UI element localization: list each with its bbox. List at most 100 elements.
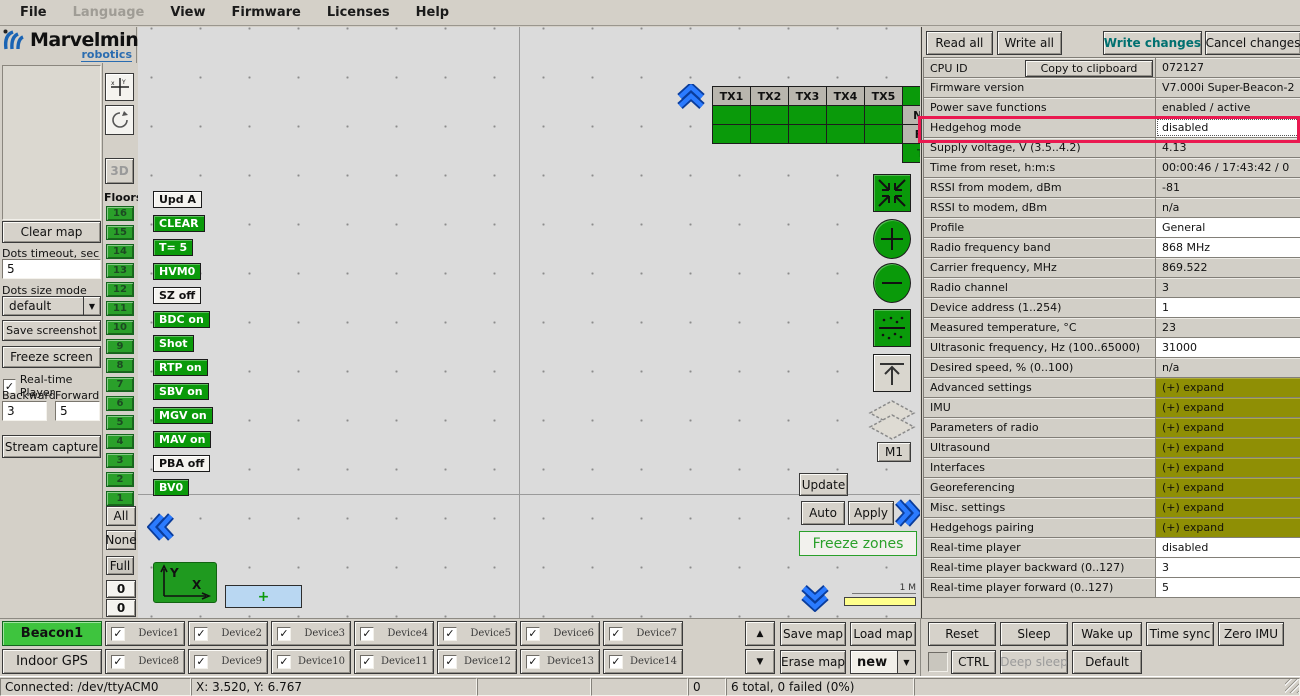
tx-cell[interactable]: TX5: [864, 86, 903, 106]
collapse-up-icon[interactable]: [677, 83, 705, 113]
tx-cell[interactable]: TX2: [750, 86, 789, 106]
map-overlay-button[interactable]: MAV on: [153, 431, 211, 448]
stream-capture-button[interactable]: Stream capture: [2, 435, 101, 458]
deep-sleep-button[interactable]: Deep sleep: [1000, 650, 1068, 674]
tx-cell[interactable]: HIDE: [902, 86, 920, 106]
device-toggle[interactable]: ✓ Device4: [354, 621, 434, 646]
tx-cell[interactable]: [826, 124, 865, 144]
map-overlay-button[interactable]: SBV on: [153, 383, 209, 400]
property-value[interactable]: -81: [1155, 177, 1300, 198]
device-toggle[interactable]: ✓ Device6: [520, 621, 600, 646]
device-toggle[interactable]: ✓ Device1: [105, 621, 185, 646]
device-toggle[interactable]: ✓ Device14: [603, 649, 683, 674]
tx-cell[interactable]: [712, 105, 751, 125]
device-toggle[interactable]: ✓ Device11: [354, 649, 434, 674]
clear-map-button[interactable]: Clear map: [2, 221, 101, 243]
rotate-tool-button[interactable]: [105, 105, 134, 135]
reset-button[interactable]: Reset: [928, 622, 996, 646]
device-checkbox[interactable]: ✓: [360, 627, 374, 641]
tx-cell[interactable]: [712, 124, 751, 144]
property-value[interactable]: (+) expand: [1155, 497, 1300, 518]
property-value[interactable]: enabled / active: [1155, 97, 1300, 118]
device-toggle[interactable]: ✓ Device9: [188, 649, 268, 674]
menu-item[interactable]: Language: [61, 2, 157, 23]
freeze-zones-button[interactable]: Freeze zones: [799, 531, 917, 556]
device-toggle[interactable]: ✓ Device2: [188, 621, 268, 646]
tx-cell[interactable]: Normal: [902, 105, 920, 125]
beacon1-button[interactable]: Beacon1: [2, 621, 102, 646]
tx-cell[interactable]: [788, 105, 827, 125]
tx-cell[interactable]: TX/RX: [902, 143, 920, 163]
floor-button[interactable]: 8: [106, 358, 134, 373]
write-all-button[interactable]: Write all: [997, 31, 1062, 55]
tx-cell[interactable]: Frozen: [902, 124, 920, 144]
menu-item[interactable]: Licenses: [315, 2, 402, 23]
zero-imu-button[interactable]: Zero IMU: [1218, 622, 1284, 646]
floor-button[interactable]: 4: [106, 434, 134, 449]
map-name-select[interactable]: new ▼: [850, 650, 916, 674]
property-value[interactable]: 868 MHz: [1155, 237, 1300, 258]
zoom-in-icon[interactable]: [873, 219, 911, 259]
property-value[interactable]: (+) expand: [1155, 477, 1300, 498]
device-checkbox[interactable]: ✓: [443, 655, 457, 669]
device-checkbox[interactable]: ✓: [526, 627, 540, 641]
dots-size-select[interactable]: default ▼: [2, 296, 101, 316]
property-value[interactable]: (+) expand: [1155, 457, 1300, 478]
property-value[interactable]: V7.000i Super-Beacon-2: [1155, 77, 1300, 98]
floor-button[interactable]: 12: [106, 282, 134, 297]
floors-full-button[interactable]: Full: [106, 556, 134, 575]
indoor-gps-button[interactable]: Indoor GPS: [2, 649, 102, 674]
layers-icon[interactable]: [868, 399, 916, 443]
resize-grip[interactable]: [1285, 679, 1299, 693]
property-value[interactable]: n/a: [1155, 357, 1300, 378]
floor-button[interactable]: 3: [106, 453, 134, 468]
xy-axes-tool-button[interactable]: xY: [105, 73, 134, 101]
dots-display-icon[interactable]: [873, 309, 911, 347]
tx-cell[interactable]: TX1: [712, 86, 751, 106]
time-sync-button[interactable]: Time sync: [1146, 622, 1214, 646]
erase-map-button[interactable]: Erase map: [780, 650, 846, 674]
scroll-devices-up-button[interactable]: ▲: [745, 621, 775, 646]
floors-all-button[interactable]: All: [106, 506, 136, 526]
property-value[interactable]: (+) expand: [1155, 397, 1300, 418]
device-checkbox[interactable]: ✓: [111, 655, 125, 669]
map-overlay-button[interactable]: Shot: [153, 335, 194, 352]
write-changes-button[interactable]: Write changes: [1103, 31, 1202, 55]
floor-button[interactable]: 2: [106, 472, 134, 487]
device-toggle[interactable]: ✓ Device3: [271, 621, 351, 646]
device-checkbox[interactable]: ✓: [194, 655, 208, 669]
menu-item[interactable]: Firmware: [220, 2, 313, 23]
floor-button[interactable]: 15: [106, 225, 134, 240]
property-value[interactable]: 00:00:46 / 17:43:42 / 0: [1155, 157, 1300, 178]
map-overlay-button[interactable]: CLEAR: [153, 215, 205, 232]
property-value[interactable]: 4.13: [1155, 137, 1300, 158]
device-checkbox[interactable]: ✓: [360, 655, 374, 669]
floor-button[interactable]: 11: [106, 301, 134, 316]
map-canvas[interactable]: Upd ACLEART= 5HVM0SZ offBDC onShotRTP on…: [138, 27, 920, 618]
m1-button[interactable]: M1: [877, 442, 911, 462]
floors-none-button[interactable]: None: [106, 530, 136, 550]
menu-item[interactable]: File: [8, 2, 59, 23]
load-map-button[interactable]: Load map: [850, 622, 916, 646]
device-checkbox[interactable]: ✓: [277, 655, 291, 669]
map-overlay-button[interactable]: BV0: [153, 479, 189, 496]
map-overlay-button[interactable]: SZ off: [153, 287, 201, 304]
property-value[interactable]: (+) expand: [1155, 437, 1300, 458]
freeze-screen-button[interactable]: Freeze screen: [2, 346, 101, 368]
property-value[interactable]: General: [1155, 217, 1300, 238]
device-toggle[interactable]: ✓ Device12: [437, 649, 517, 674]
device-checkbox[interactable]: ✓: [526, 655, 540, 669]
property-value[interactable]: disabled: [1155, 117, 1300, 138]
device-checkbox[interactable]: ✓: [443, 627, 457, 641]
save-map-button[interactable]: Save map: [780, 622, 846, 646]
xy-axis-indicator[interactable]: Y X: [153, 562, 217, 603]
map-overlay-button[interactable]: PBA off: [153, 455, 210, 472]
menu-item[interactable]: View: [158, 2, 217, 23]
zoom-out-icon[interactable]: [873, 263, 911, 303]
map-overlay-button[interactable]: HVM0: [153, 263, 201, 280]
device-toggle[interactable]: ✓ Device10: [271, 649, 351, 674]
property-value[interactable]: (+) expand: [1155, 517, 1300, 538]
map-overlay-button[interactable]: BDC on: [153, 311, 210, 328]
tx-cell[interactable]: [864, 105, 903, 125]
tx-cell[interactable]: [864, 124, 903, 144]
